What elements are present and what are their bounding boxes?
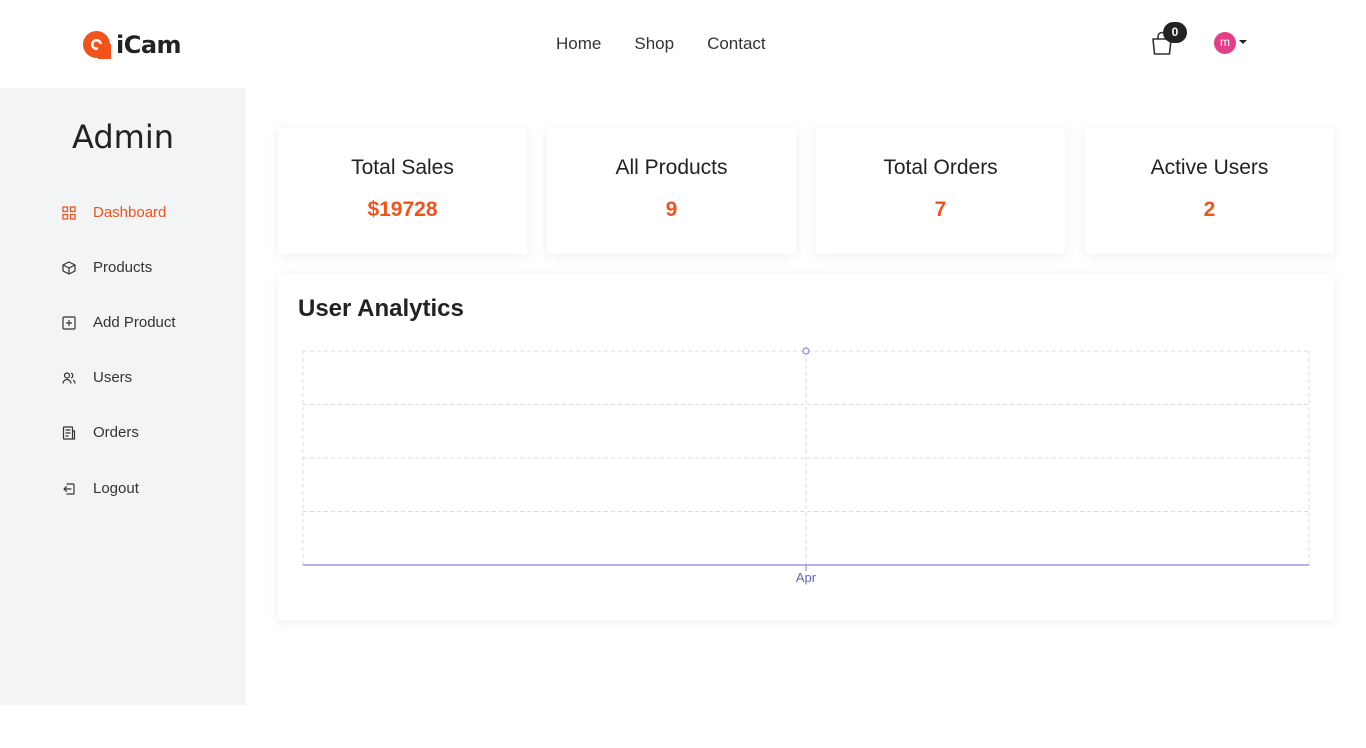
brand-logo[interactable]: iCam <box>82 30 182 59</box>
sidebar-item-label: Logout <box>93 480 139 497</box>
stat-title: All Products <box>615 156 728 179</box>
x-tick-label: Apr <box>796 570 817 585</box>
stat-card-total-sales: Total Sales $19728 <box>278 128 527 254</box>
stat-value: 2 <box>1203 198 1216 221</box>
brand-name: iCam <box>116 30 182 59</box>
sidebar-item-label: Add Product <box>93 314 176 331</box>
user-analytics-chart: Apr <box>302 347 1310 585</box>
sidebar-item-add-product[interactable]: Add Product <box>62 314 176 331</box>
stat-card-total-orders: Total Orders 7 <box>816 128 1065 254</box>
sidebar-item-logout[interactable]: Logout <box>62 480 139 497</box>
users-icon <box>62 371 76 384</box>
sidebar-title: Admin <box>72 118 174 156</box>
nav-home-link[interactable]: Home <box>556 34 601 54</box>
grid-icon <box>62 205 76 220</box>
sidebar-item-products[interactable]: Products <box>62 259 152 276</box>
logout-icon <box>63 482 75 495</box>
box-icon <box>62 260 76 275</box>
stat-card-all-products: All Products 9 <box>547 128 796 254</box>
sidebar-item-label: Orders <box>93 424 139 441</box>
user-menu-toggle[interactable]: m <box>1214 32 1247 54</box>
nav-contact-link[interactable]: Contact <box>707 34 766 54</box>
cart-count-badge: 0 <box>1163 22 1187 43</box>
stat-value: 9 <box>665 198 678 221</box>
user-analytics-panel: User Analytics Apr <box>278 274 1334 620</box>
stat-title: Active Users <box>1150 156 1269 179</box>
sidebar-item-label: Dashboard <box>93 204 167 221</box>
receipt-icon <box>62 425 76 440</box>
admin-sidebar: Admin Dashboard Products Add Product Use… <box>0 88 246 705</box>
stat-value: $19728 <box>367 198 438 221</box>
sidebar-item-users[interactable]: Users <box>62 369 132 386</box>
sidebar-item-label: Products <box>93 259 153 276</box>
sidebar-item-orders[interactable]: Orders <box>62 424 139 441</box>
data-point <box>802 347 810 355</box>
top-header: iCam Home Shop Contact 0 m <box>0 0 1366 88</box>
nav-shop-link[interactable]: Shop <box>634 34 674 54</box>
sidebar-item-dashboard[interactable]: Dashboard <box>62 204 166 221</box>
camera-logo-icon <box>83 31 111 59</box>
stat-title: Total Sales <box>351 156 454 179</box>
caret-down-icon <box>1239 40 1247 44</box>
sidebar-item-label: Users <box>93 369 133 386</box>
plus-square-icon <box>62 315 76 330</box>
stat-card-active-users: Active Users 2 <box>1085 128 1334 254</box>
main-nav: Home Shop Contact <box>556 34 766 54</box>
stat-title: Total Orders <box>883 156 998 179</box>
avatar: m <box>1214 32 1236 54</box>
stat-value: 7 <box>934 198 947 221</box>
